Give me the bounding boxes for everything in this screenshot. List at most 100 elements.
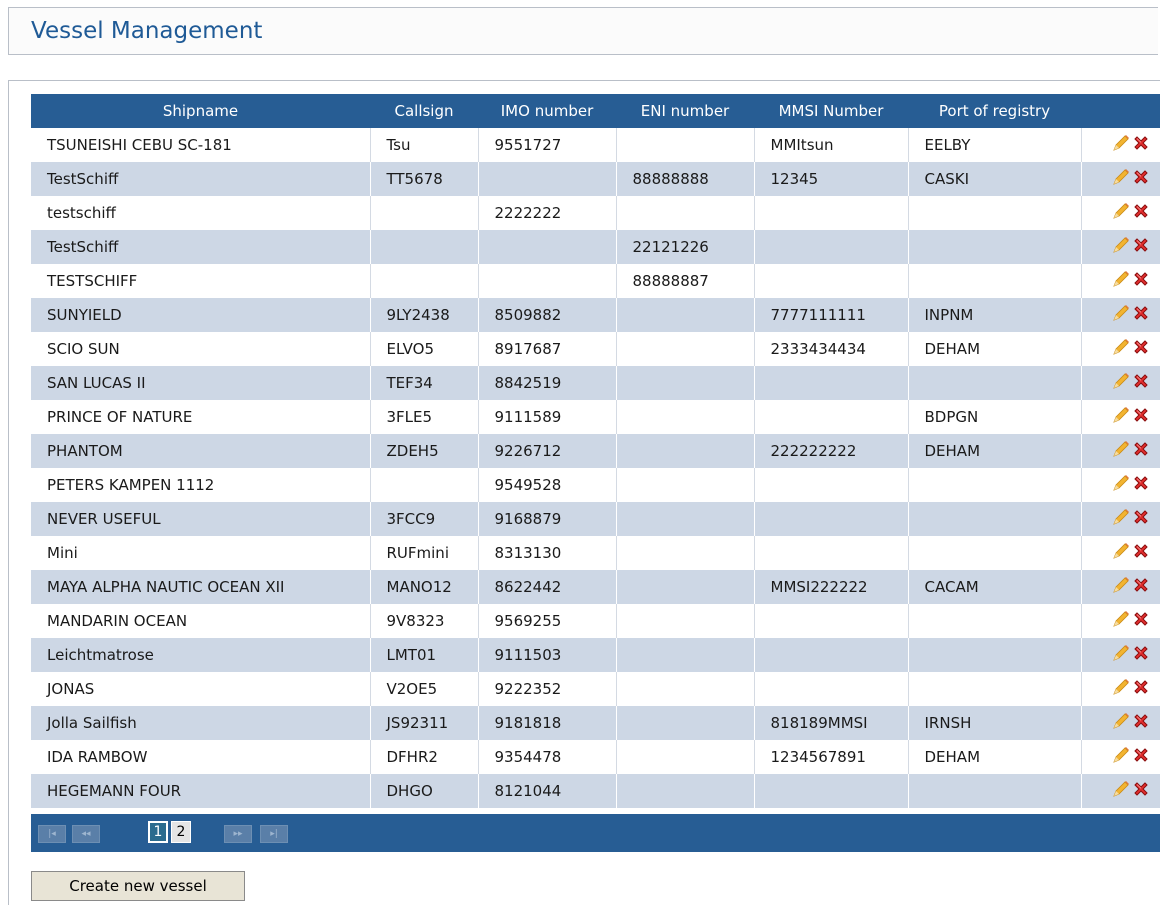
pencil-icon[interactable] bbox=[1111, 269, 1131, 293]
pencil-icon[interactable] bbox=[1111, 575, 1131, 599]
vessel-table: Shipname Callsign IMO number ENI number MMSI… bbox=[31, 94, 1160, 808]
cell-callsign: ZDEH5 bbox=[369, 434, 478, 468]
delete-icon[interactable] bbox=[1131, 779, 1151, 803]
pencil-icon[interactable] bbox=[1111, 235, 1131, 259]
delete-icon[interactable] bbox=[1131, 541, 1151, 565]
cell-imo-number: 8622442 bbox=[477, 570, 616, 604]
pencil-icon[interactable] bbox=[1111, 405, 1131, 429]
first-page-button[interactable]: |◂ bbox=[38, 825, 66, 843]
cell-shipname: testschiff bbox=[31, 196, 370, 230]
table-row[interactable]: MANDARIN OCEAN 9V8323 9569255 bbox=[31, 604, 1160, 638]
cell-callsign: 9LY2438 bbox=[369, 298, 478, 332]
table-row[interactable]: Jolla Sailfish JS92311 9181818 818189MMSI IR… bbox=[31, 706, 1160, 740]
table-row[interactable]: SAN LUCAS II TEF34 8842519 bbox=[31, 366, 1160, 400]
next-page-button[interactable]: ▸▸ bbox=[224, 825, 252, 843]
table-row[interactable]: TestSchiff 22121226 bbox=[31, 230, 1160, 264]
delete-icon[interactable] bbox=[1131, 643, 1151, 667]
row-actions bbox=[1080, 536, 1160, 570]
pencil-icon[interactable] bbox=[1111, 507, 1131, 531]
cell-callsign: V2OE5 bbox=[369, 672, 478, 706]
cell-port-of-registry: DEHAM bbox=[907, 434, 1081, 468]
cell-shipname: Mini bbox=[31, 536, 370, 570]
cell-shipname: TestSchiff bbox=[31, 230, 370, 264]
table-row[interactable]: TESTSCHIFF 88888887 bbox=[31, 264, 1160, 298]
table-row[interactable]: HEGEMANN FOUR DHGO 8121044 bbox=[31, 774, 1160, 808]
delete-icon[interactable] bbox=[1131, 235, 1151, 259]
pencil-icon[interactable] bbox=[1111, 303, 1131, 327]
delete-icon[interactable] bbox=[1131, 133, 1151, 157]
pencil-icon[interactable] bbox=[1111, 167, 1131, 191]
table-row[interactable]: TestSchiff TT5678 88888888 12345 CASKI bbox=[31, 162, 1160, 196]
cell-mmsi-number bbox=[753, 264, 908, 298]
delete-icon[interactable] bbox=[1131, 303, 1151, 327]
table-row[interactable]: SUNYIELD 9LY2438 8509882 7777111111 INPNM bbox=[31, 298, 1160, 332]
column-header-callsign: Callsign bbox=[370, 94, 478, 128]
cell-mmsi-number bbox=[753, 366, 908, 400]
row-actions bbox=[1080, 468, 1160, 502]
table-row[interactable]: NEVER USEFUL 3FCC9 9168879 bbox=[31, 502, 1160, 536]
pencil-icon[interactable] bbox=[1111, 711, 1131, 735]
pencil-icon[interactable] bbox=[1111, 133, 1131, 157]
delete-icon[interactable] bbox=[1131, 473, 1151, 497]
pencil-icon[interactable] bbox=[1111, 337, 1131, 361]
cell-mmsi-number bbox=[753, 672, 908, 706]
cell-eni-number bbox=[615, 774, 754, 808]
cell-port-of-registry: DEHAM bbox=[907, 332, 1081, 366]
cell-mmsi-number: 222222222 bbox=[753, 434, 908, 468]
table-row[interactable]: Leichtmatrose LMT01 9111503 bbox=[31, 638, 1160, 672]
delete-icon[interactable] bbox=[1131, 677, 1151, 701]
page-1-button[interactable]: 1 bbox=[148, 821, 168, 843]
delete-icon[interactable] bbox=[1131, 575, 1151, 599]
delete-icon[interactable] bbox=[1131, 371, 1151, 395]
cell-eni-number bbox=[615, 706, 754, 740]
cell-eni-number bbox=[615, 400, 754, 434]
row-actions bbox=[1080, 332, 1160, 366]
pencil-icon[interactable] bbox=[1111, 677, 1131, 701]
pencil-icon[interactable] bbox=[1111, 439, 1131, 463]
pencil-icon[interactable] bbox=[1111, 745, 1131, 769]
row-actions bbox=[1080, 264, 1160, 298]
cell-port-of-registry bbox=[907, 502, 1081, 536]
table-row[interactable]: TSUNEISHI CEBU SC-181 Tsu 9551727 MMItsun EE… bbox=[31, 128, 1160, 162]
pencil-icon[interactable] bbox=[1111, 779, 1131, 803]
prev-page-icon: ◂◂ bbox=[81, 829, 91, 839]
pencil-icon[interactable] bbox=[1111, 201, 1131, 225]
column-header-mmsi-number: MMSI Number bbox=[754, 94, 908, 128]
delete-icon[interactable] bbox=[1131, 201, 1151, 225]
cell-callsign: TT5678 bbox=[369, 162, 478, 196]
table-row[interactable]: IDA RAMBOW DFHR2 9354478 1234567891 DEHAM bbox=[31, 740, 1160, 774]
delete-icon[interactable] bbox=[1131, 745, 1151, 769]
table-row[interactable]: PETERS KAMPEN 1112 9549528 bbox=[31, 468, 1160, 502]
pencil-icon[interactable] bbox=[1111, 541, 1131, 565]
cell-shipname: SCIO SUN bbox=[31, 332, 370, 366]
table-row[interactable]: PRINCE OF NATURE 3FLE5 9111589 BDPGN bbox=[31, 400, 1160, 434]
cell-port-of-registry bbox=[907, 264, 1081, 298]
table-row[interactable]: testschiff 2222222 bbox=[31, 196, 1160, 230]
table-row[interactable]: JONAS V2OE5 9222352 bbox=[31, 672, 1160, 706]
pencil-icon[interactable] bbox=[1111, 473, 1131, 497]
pencil-icon[interactable] bbox=[1111, 609, 1131, 633]
create-vessel-button[interactable]: Create new vessel bbox=[31, 871, 245, 901]
pencil-icon[interactable] bbox=[1111, 643, 1131, 667]
delete-icon[interactable] bbox=[1131, 167, 1151, 191]
delete-icon[interactable] bbox=[1131, 711, 1151, 735]
delete-icon[interactable] bbox=[1131, 507, 1151, 531]
prev-page-button[interactable]: ◂◂ bbox=[72, 825, 100, 843]
delete-icon[interactable] bbox=[1131, 405, 1151, 429]
pencil-icon[interactable] bbox=[1111, 371, 1131, 395]
cell-callsign: LMT01 bbox=[369, 638, 478, 672]
cell-callsign bbox=[369, 468, 478, 502]
delete-icon[interactable] bbox=[1131, 337, 1151, 361]
delete-icon[interactable] bbox=[1131, 439, 1151, 463]
table-row[interactable]: Mini RUFmini 8313130 bbox=[31, 536, 1160, 570]
last-page-button[interactable]: ▸| bbox=[260, 825, 288, 843]
table-row[interactable]: SCIO SUN ELVO5 8917687 2333434434 DEHAM bbox=[31, 332, 1160, 366]
cell-mmsi-number bbox=[753, 502, 908, 536]
cell-imo-number: 9222352 bbox=[477, 672, 616, 706]
page-2-button[interactable]: 2 bbox=[171, 821, 191, 843]
delete-icon[interactable] bbox=[1131, 269, 1151, 293]
table-row[interactable]: MAYA ALPHA NAUTIC OCEAN XII MANO12 8622442… bbox=[31, 570, 1160, 604]
delete-icon[interactable] bbox=[1131, 609, 1151, 633]
cell-port-of-registry bbox=[907, 604, 1081, 638]
table-row[interactable]: PHANTOM ZDEH5 9226712 222222222 DEHAM bbox=[31, 434, 1160, 468]
